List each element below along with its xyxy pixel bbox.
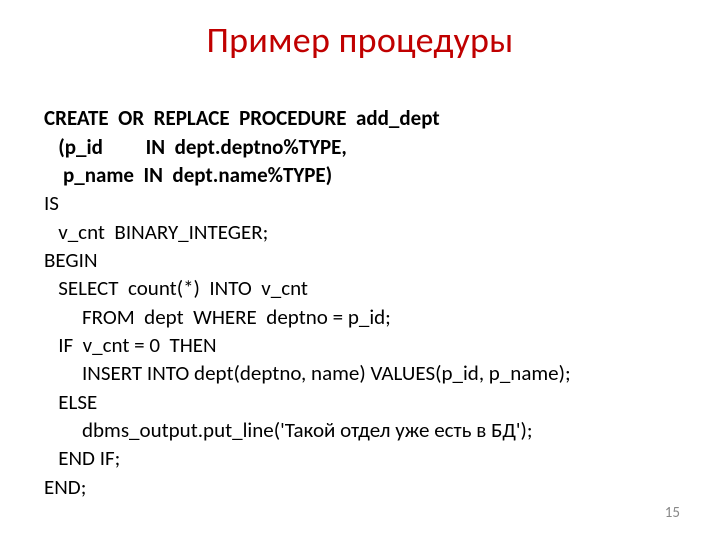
- code-line-4: IS: [44, 190, 59, 216]
- code-line-13: END IF;: [44, 445, 120, 471]
- procedure-code: CREATE OR REPLACE PROCEDURE add_dept (p_…: [44, 76, 676, 501]
- code-line-8: FROM dept WHERE deptno = p_id;: [44, 304, 391, 330]
- code-line-6: BEGIN: [44, 247, 98, 273]
- code-line-5: v_cnt BINARY_INTEGER;: [44, 219, 268, 245]
- code-line-1: CREATE OR REPLACE PROCEDURE add_dept: [44, 105, 440, 131]
- code-line-7: SELECT count(*) INTO v_cnt: [44, 275, 308, 301]
- code-line-9: IF v_cnt = 0 THEN: [44, 332, 217, 358]
- code-line-11: ELSE: [44, 389, 97, 415]
- code-line-12: dbms_output.put_line('Такой отдел уже ес…: [44, 417, 533, 443]
- code-line-2: (p_id IN dept.deptno%TYPE,: [44, 134, 347, 160]
- code-line-3: p_name IN dept.name%TYPE): [44, 162, 332, 188]
- slide-title: Пример процедуры: [44, 18, 676, 62]
- code-line-10: INSERT INTO dept(deptno, name) VALUES(p_…: [44, 360, 571, 386]
- page-number: 15: [665, 504, 680, 522]
- code-line-14: END;: [44, 474, 86, 500]
